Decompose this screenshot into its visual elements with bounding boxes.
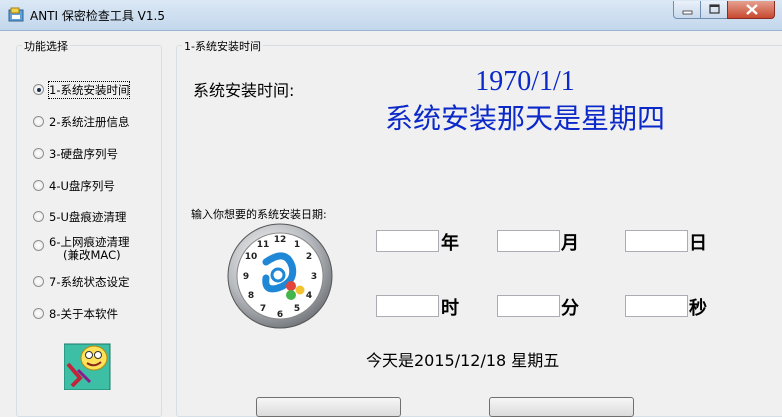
- clock-number: 3: [311, 272, 317, 282]
- radio-label: 8-关于本软件: [49, 307, 118, 321]
- radio-label: 5-U盘痕迹清理: [49, 210, 127, 224]
- radio-label-line2: (兼改MAC): [63, 248, 121, 262]
- hour-unit-label: 时: [441, 298, 459, 319]
- radio-button[interactable]: [33, 308, 44, 319]
- window-title: ANTI 保密检查工具 V1.5: [30, 9, 165, 23]
- minute-unit-label: 分: [561, 298, 579, 319]
- title-bar[interactable]: ANTI 保密检查工具 V1.5: [0, 0, 782, 31]
- day-input[interactable]: [625, 230, 688, 252]
- radio-label: 4-U盘序列号: [49, 179, 115, 193]
- function-select-legend: 功能选择: [22, 38, 70, 54]
- bottom-action-button-right[interactable]: [489, 397, 634, 417]
- maximize-icon: [709, 4, 720, 14]
- mascot-logo-icon: [64, 343, 111, 390]
- radio-button[interactable]: [33, 240, 44, 251]
- clock-number: 7: [260, 304, 266, 314]
- radio-button[interactable]: [33, 276, 44, 287]
- clock-number: 2: [306, 252, 312, 262]
- maximize-button[interactable]: [700, 1, 728, 19]
- minute-input[interactable]: [497, 295, 560, 317]
- clock-number: 12: [274, 235, 287, 245]
- radio-button[interactable]: [33, 116, 44, 127]
- radio-label-line1: 6-上网痕迹清理: [49, 235, 130, 249]
- radio-label: 3-硬盘序列号: [49, 147, 118, 161]
- clock-number: 8: [248, 291, 254, 301]
- today-date-text: 今天是2015/12/18 星期五: [366, 351, 560, 370]
- app-icon: [8, 7, 24, 22]
- clock-number: 1: [294, 240, 300, 250]
- install-time-legend: 1-系统安装时间: [182, 38, 263, 54]
- radio-button[interactable]: [33, 180, 44, 191]
- install-date-value: 1970/1/1: [475, 66, 575, 97]
- month-unit-label: 月: [561, 233, 579, 254]
- second-unit-label: 秒: [689, 298, 707, 319]
- hour-input[interactable]: [376, 295, 439, 317]
- clock-number: 4: [306, 291, 312, 301]
- clock-number: 6: [277, 310, 283, 320]
- radio-button[interactable]: [33, 148, 44, 159]
- day-unit-label: 日: [689, 233, 707, 254]
- radio-dot: [36, 87, 41, 92]
- year-unit-label: 年: [441, 233, 459, 254]
- radio-button[interactable]: [33, 84, 44, 95]
- clock-number: 11: [257, 240, 270, 250]
- install-time-label: 系统安装时间:: [193, 81, 295, 100]
- second-input[interactable]: [625, 295, 688, 317]
- radio-button[interactable]: [33, 211, 44, 222]
- year-input[interactable]: [376, 230, 439, 252]
- install-weekday-value: 系统安装那天是星期四: [384, 102, 665, 135]
- close-button[interactable]: [727, 1, 775, 19]
- clock-icon: 12 1 2 3 4 5 6 7 8 9 10 11: [227, 223, 333, 329]
- radio-label: 2-系统注册信息: [49, 115, 130, 129]
- clock-number: 9: [243, 272, 249, 282]
- minimize-icon: [682, 10, 693, 15]
- month-input[interactable]: [497, 230, 560, 252]
- minimize-button[interactable]: [673, 1, 701, 19]
- clock-number: 5: [294, 304, 300, 314]
- radio-label: 1-系统安装时间: [47, 81, 131, 99]
- close-icon: [746, 4, 758, 15]
- radio-label: 7-系统状态设定: [49, 275, 130, 289]
- date-input-prompt: 输入你想要的系统安装日期:: [191, 208, 327, 221]
- clock-number: 10: [245, 252, 258, 262]
- bottom-action-button-left[interactable]: [256, 397, 401, 417]
- radio-label: 6-上网痕迹清理 (兼改MAC): [49, 236, 129, 262]
